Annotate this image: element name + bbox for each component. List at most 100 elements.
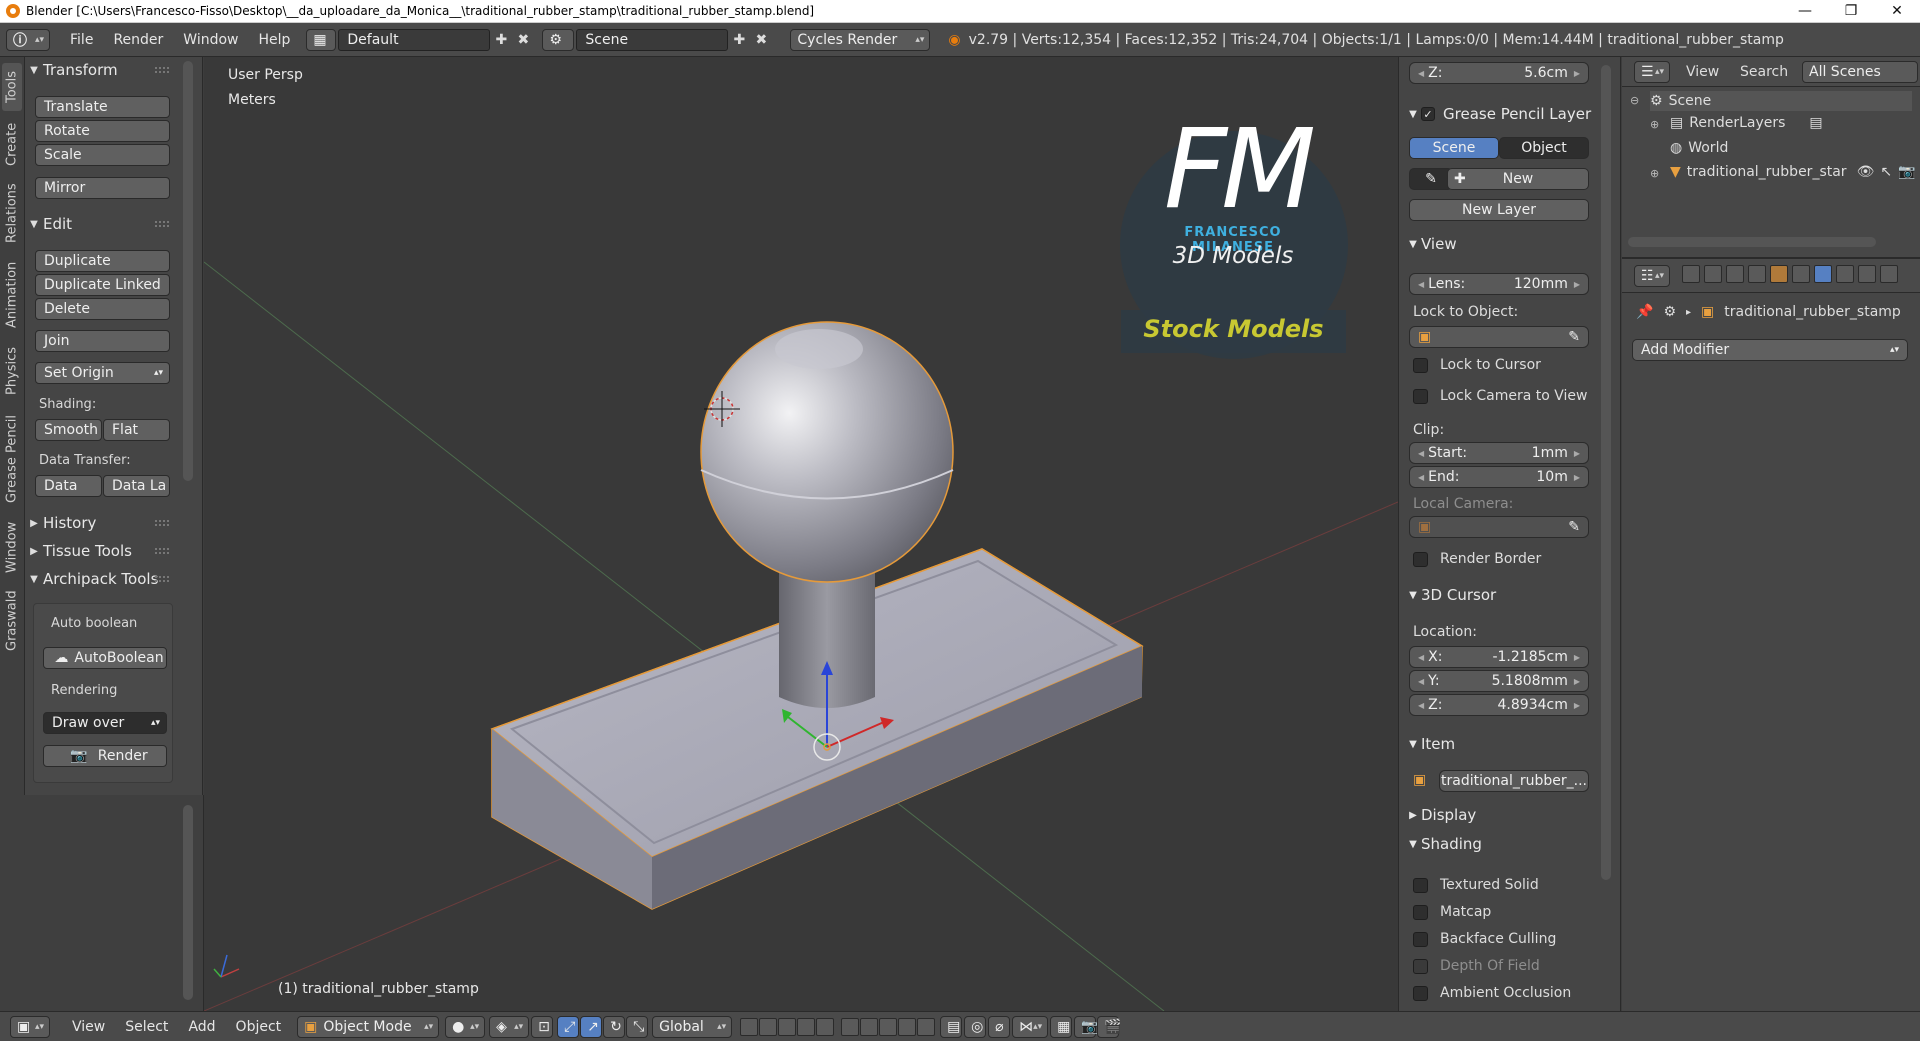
remove-layout-icon[interactable]: ✖ [512,29,534,51]
mirror-button[interactable]: Mirror [35,177,170,199]
scene-icon[interactable]: ⚙ [542,28,575,51]
archipack-panel-header[interactable]: ▼ Archipack Tools [25,568,175,590]
scene-expand-icon[interactable]: ⊖ [1630,94,1639,107]
rotate-manipulator-icon[interactable]: ↻ [603,1015,626,1038]
cursor-z-field[interactable]: ◀ Z: 4.8934cm ▶ [1409,694,1589,716]
history-panel-header[interactable]: ▶ History [25,512,175,534]
lens-field[interactable]: ◀ Lens: 120mm ▶ [1409,273,1589,295]
grease-scene-tab[interactable]: Scene [1409,137,1499,159]
autoboolean-button[interactable]: ☁ AutoBoolean [43,647,167,669]
item-name-field[interactable]: traditional_rubber_... [1439,770,1589,792]
grease-toggle-checkbox[interactable]: ✓ [1421,107,1435,121]
lock-to-cursor-checkbox[interactable]: Lock to Cursor [1413,357,1541,373]
lock-camera-to-view-checkbox[interactable]: Lock Camera to View [1413,388,1588,404]
matcap-checkbox[interactable]: Matcap [1413,904,1491,920]
manipulator-toggle-icon[interactable]: ⊡ [531,1015,554,1038]
rotate-button[interactable]: Rotate [35,120,170,142]
tissue-tools-panel-header[interactable]: ▶ Tissue Tools [25,540,175,562]
textured-solid-checkbox[interactable]: Textured Solid [1413,877,1539,893]
cursor-x-field[interactable]: ◀ X: -1.2185cm ▶ [1409,646,1589,668]
edit-panel-header[interactable]: ▼ Edit [25,213,175,235]
renderlayers-expand-icon[interactable]: ⊕ [1650,118,1659,131]
outliner-renderlayers-row[interactable]: ▤ RenderLayers ▤ [1670,115,1823,131]
outliner-scene-row[interactable]: ⚙ Scene [1650,91,1912,111]
pin-icon[interactable]: 📌 [1636,304,1653,320]
3d-cursor-panel-header[interactable]: ▼ 3D Cursor [1405,583,1601,607]
draw-over-select[interactable]: Draw over ▴▾ [43,712,167,734]
scene-tab-icon[interactable] [1726,265,1744,283]
menu-render[interactable]: Render [103,32,173,48]
transform-panel-header[interactable]: ▼ Transform [25,59,175,81]
outliner-editor-type-icon[interactable]: ☰ ▴▾ [1634,61,1670,83]
screen-layout-field[interactable]: Default [338,28,491,51]
grease-pencil-panel-header[interactable]: ▼ ✓ Grease Pencil Layer [1405,102,1601,126]
opengl-render-icon[interactable]: 📷 [1074,1015,1099,1038]
cursor-y-field[interactable]: ◀ Y: 5.1808mm ▶ [1409,670,1589,692]
depth-of-field-checkbox[interactable]: Depth Of Field [1413,958,1540,974]
tab-window[interactable]: Window [2,517,22,577]
tab-relations[interactable]: Relations [2,177,22,249]
delete-button[interactable]: Delete [35,298,170,320]
backface-culling-checkbox[interactable]: Backface Culling [1413,931,1556,947]
ambient-occlusion-checkbox[interactable]: Ambient Occlusion [1413,985,1571,1001]
grease-new-button[interactable]: ✚ New [1447,168,1589,190]
outliner-object-row[interactable]: ▼ traditional_rubber_star 👁 ↖ 📷 [1670,164,1920,180]
render-layers-tab-icon[interactable] [1704,265,1722,283]
layers-grid-a[interactable] [740,1017,835,1036]
texture-tab-icon[interactable] [1880,265,1898,283]
local-camera-field[interactable]: ▣ ✎ [1409,516,1589,538]
menu-object[interactable]: Object [226,1019,292,1035]
add-scene-icon[interactable]: ✚ [728,29,750,51]
object-expand-icon[interactable]: ⊕ [1650,167,1659,180]
editor-type-info-button[interactable]: ⓘ ▴▾ [6,28,50,51]
menu-view[interactable]: View [62,1019,115,1035]
menu-file[interactable]: File [60,32,103,48]
add-layout-icon[interactable]: ✚ [490,29,512,51]
render-tab-icon[interactable] [1682,265,1700,283]
tab-create[interactable]: Create [2,117,22,171]
view-panel-header[interactable]: ▼ View [1405,232,1601,256]
remove-scene-icon[interactable]: ✖ [750,29,772,51]
toolshelf-scrollbar[interactable] [183,61,193,481]
outliner-display-mode-select[interactable]: All Scenes [1802,61,1918,83]
material-tab-icon[interactable] [1858,265,1876,283]
screen-layout-icon[interactable]: ▦ [306,28,337,51]
tab-grease-pencil[interactable]: Grease Pencil [2,407,22,511]
flat-button[interactable]: Flat [103,419,170,441]
lock-layers-icon[interactable]: ▤ [940,1015,963,1038]
data-layout-button[interactable]: Data La [103,475,170,497]
render-button[interactable]: 📷 Render [43,745,167,767]
location-z-field[interactable]: ◀ Z: 5.6cm ▶ [1409,62,1589,84]
transform-orientation-select[interactable]: Global ▴▾ [652,1015,733,1038]
data-transfer-button[interactable]: Data [35,475,102,497]
display-panel-header[interactable]: ▶ Display [1405,803,1601,827]
clip-start-field[interactable]: ◀ Start: 1mm ▶ [1409,442,1589,464]
duplicate-button[interactable]: Duplicate [35,250,170,272]
tab-animation[interactable]: Animation [2,255,22,335]
viewport-editor-type-icon[interactable]: ▣ ▴▾ [10,1015,50,1038]
object-tab-icon[interactable] [1770,265,1788,283]
tab-graswald[interactable]: Graswald [2,583,22,659]
outliner-h-scrollbar[interactable] [1628,237,1876,247]
render-engine-select[interactable]: Cycles Render ▴▾ [790,28,931,51]
shading-panel-header[interactable]: ▼ Shading [1405,832,1601,856]
menu-help[interactable]: Help [248,32,300,48]
set-origin-select[interactable]: Set Origin ▴▾ [35,362,170,384]
proportional-edit-icon[interactable]: ◎ [964,1015,987,1038]
operator-scrollbar[interactable] [183,805,193,1000]
scene-field[interactable]: Scene [576,28,729,51]
scale-button[interactable]: Scale [35,144,170,166]
npanel-scrollbar[interactable] [1601,65,1611,880]
opengl-anim-icon[interactable]: 🎬 [1097,1015,1122,1038]
tab-tools[interactable]: Tools [2,63,22,111]
snap-toggle-icon[interactable]: ⌀ [988,1015,1011,1038]
world-tab-icon[interactable] [1748,265,1766,283]
snap-target-icon[interactable]: ▦ [1050,1015,1073,1038]
menu-window[interactable]: Window [173,32,248,48]
viewport-shading-select[interactable]: ● ▴▾ [445,1015,486,1038]
translate-manipulator-icon[interactable]: ⤢ [557,1015,580,1038]
modifiers-tab-icon[interactable] [1814,265,1832,283]
render-border-checkbox[interactable]: Render Border [1413,551,1541,567]
data-tab-icon[interactable] [1836,265,1854,283]
grease-object-tab[interactable]: Object [1499,137,1589,159]
